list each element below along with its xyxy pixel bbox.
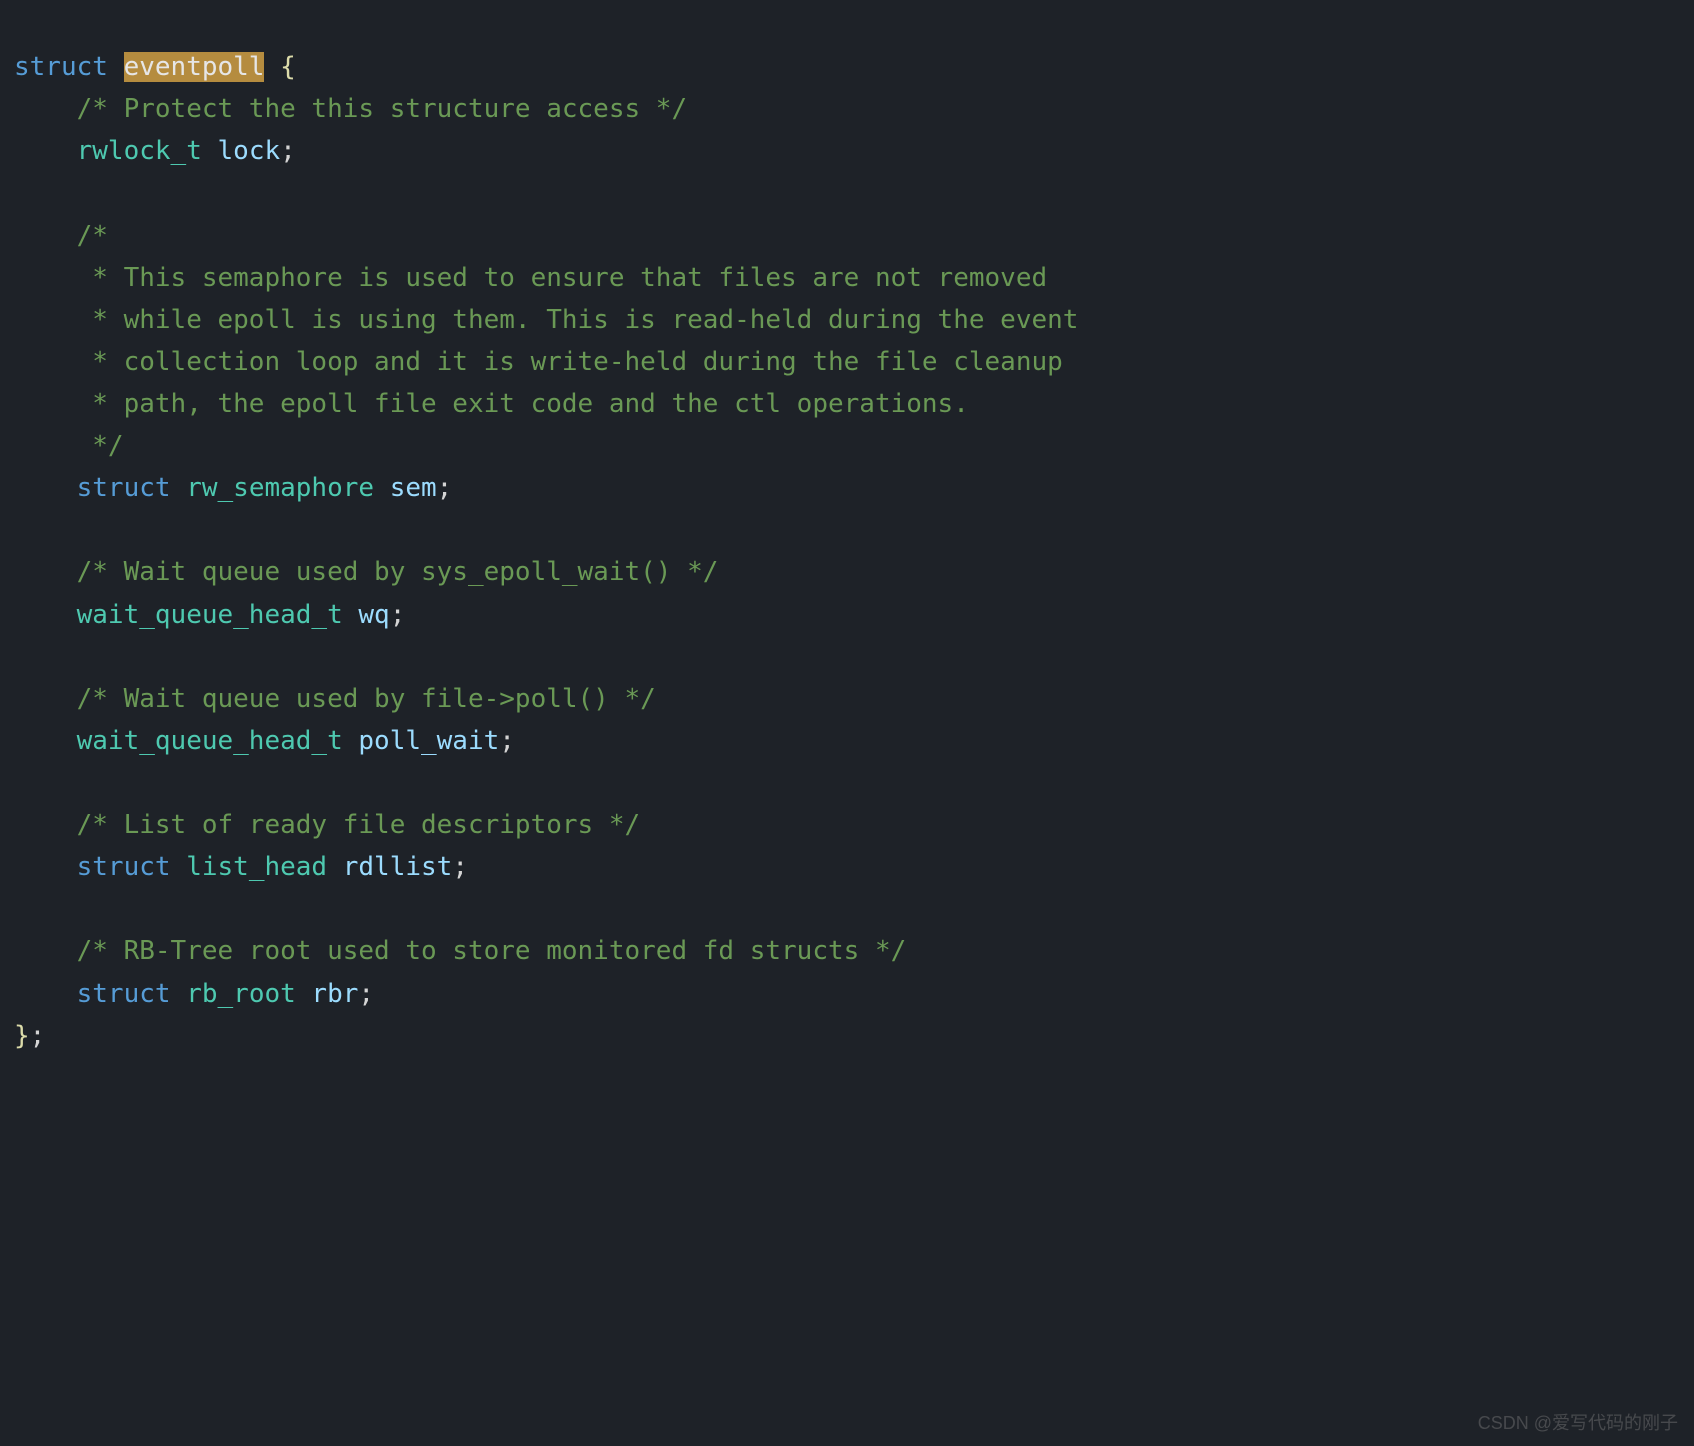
code-line-1: struct eventpoll { xyxy=(14,46,1680,88)
code-line-lock: rwlock_t lock; xyxy=(14,130,1680,172)
identifier-sem: sem xyxy=(374,473,437,503)
empty-line xyxy=(14,509,1680,551)
comment: /* Protect the this structure access */ xyxy=(77,94,687,124)
comment: /* List of ready file descriptors */ xyxy=(77,810,641,840)
comment: * path, the epoll file exit code and the… xyxy=(77,389,969,419)
comment: /* xyxy=(77,221,108,251)
identifier-rdllist: rdllist xyxy=(327,852,452,882)
semicolon: ; xyxy=(358,979,374,1009)
semicolon: ; xyxy=(452,852,468,882)
code-line-pollwait: wait_queue_head_t poll_wait; xyxy=(14,720,1680,762)
semicolon: ; xyxy=(280,136,296,166)
comment: * collection loop and it is write-held d… xyxy=(77,347,1063,377)
semicolon: ; xyxy=(30,1021,46,1051)
comment: * This semaphore is used to ensure that … xyxy=(77,263,1048,293)
type-rwsemaphore: rw_semaphore xyxy=(171,473,375,503)
comment: /* Wait queue used by file->poll() */ xyxy=(77,684,656,714)
highlighted-identifier: eventpoll xyxy=(124,52,265,82)
code-line-comment2-l2: * while epoll is using them. This is rea… xyxy=(14,299,1680,341)
empty-line xyxy=(14,172,1680,214)
code-line-close: }; xyxy=(14,1015,1680,1057)
code-line-comment3: /* Wait queue used by sys_epoll_wait() *… xyxy=(14,551,1680,593)
code-line-rdllist: struct list_head rdllist; xyxy=(14,846,1680,888)
empty-line xyxy=(14,888,1680,930)
identifier-wq: wq xyxy=(343,600,390,630)
code-line-comment6: /* RB-Tree root used to store monitored … xyxy=(14,930,1680,972)
semicolon: ; xyxy=(499,726,515,756)
comment: /* Wait queue used by sys_epoll_wait() *… xyxy=(77,557,719,587)
code-line-comment2-l4: * path, the epoll file exit code and the… xyxy=(14,383,1680,425)
code-line-comment2-l1: * This semaphore is used to ensure that … xyxy=(14,257,1680,299)
comment: /* RB-Tree root used to store monitored … xyxy=(77,936,907,966)
code-pre: struct eventpoll { /* Protect the this s… xyxy=(14,46,1680,1057)
keyword-struct: struct xyxy=(77,473,171,503)
type-listhead: list_head xyxy=(171,852,328,882)
code-line-comment2-close: */ xyxy=(14,425,1680,467)
watermark-text: CSDN @爱写代码的刚子 xyxy=(1478,1409,1678,1438)
comment: */ xyxy=(77,431,124,461)
semicolon: ; xyxy=(390,600,406,630)
type-waitqueue: wait_queue_head_t xyxy=(77,600,343,630)
code-line-comment1: /* Protect the this structure access */ xyxy=(14,88,1680,130)
keyword-struct: struct xyxy=(77,852,171,882)
empty-line xyxy=(14,762,1680,804)
identifier-lock: lock xyxy=(202,136,280,166)
identifier-rbr: rbr xyxy=(296,979,359,1009)
code-line-comment2-l3: * collection loop and it is write-held d… xyxy=(14,341,1680,383)
keyword-struct: struct xyxy=(77,979,171,1009)
semicolon: ; xyxy=(437,473,453,503)
code-line-comment4: /* Wait queue used by file->poll() */ xyxy=(14,678,1680,720)
type-rbroot: rb_root xyxy=(171,979,296,1009)
code-line-rbr: struct rb_root rbr; xyxy=(14,973,1680,1015)
brace-open: { xyxy=(264,52,295,82)
code-block: struct eventpoll { /* Protect the this s… xyxy=(0,0,1694,1103)
type-waitqueue: wait_queue_head_t xyxy=(77,726,343,756)
code-line-comment2-open: /* xyxy=(14,215,1680,257)
code-line-comment5: /* List of ready file descriptors */ xyxy=(14,804,1680,846)
comment: * while epoll is using them. This is rea… xyxy=(77,305,1079,335)
empty-line xyxy=(14,636,1680,678)
identifier-pollwait: poll_wait xyxy=(343,726,500,756)
brace-close: } xyxy=(14,1021,30,1051)
code-line-sem: struct rw_semaphore sem; xyxy=(14,467,1680,509)
type-rwlock: rwlock_t xyxy=(77,136,202,166)
keyword-struct: struct xyxy=(14,52,108,82)
code-line-wq: wait_queue_head_t wq; xyxy=(14,594,1680,636)
